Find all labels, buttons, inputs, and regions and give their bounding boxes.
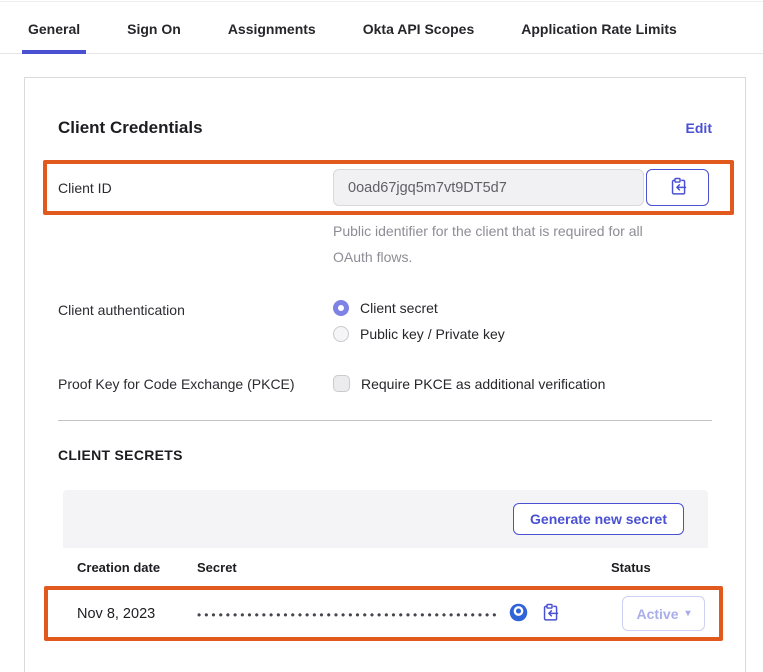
radio-option-label: Public key / Private key xyxy=(360,326,505,342)
checkbox-unchecked-icon[interactable] xyxy=(333,375,350,392)
client-id-label: Client ID xyxy=(58,180,333,196)
section-title: Client Credentials xyxy=(58,118,203,138)
table-row: Nov 8, 2023 ••••••••••••••••••••••••••••… xyxy=(48,590,719,637)
clipboard-copy-icon xyxy=(540,603,559,625)
pkce-row: Proof Key for Code Exchange (PKCE) Requi… xyxy=(58,375,712,392)
tab-general[interactable]: General xyxy=(22,21,86,54)
client-authentication-label: Client authentication xyxy=(58,300,333,318)
pkce-checkbox-label: Require PKCE as additional verification xyxy=(361,376,605,392)
eye-icon xyxy=(509,603,528,625)
radio-option-client-secret[interactable]: Client secret xyxy=(333,300,505,316)
copy-secret-button[interactable] xyxy=(540,603,559,625)
pkce-checkbox-option[interactable]: Require PKCE as additional verification xyxy=(333,375,605,392)
secret-creation-date: Nov 8, 2023 xyxy=(77,606,197,622)
client-credentials-card: Client Credentials Edit Client ID 0oad67… xyxy=(24,77,746,672)
client-authentication-row: Client authentication Client secret Publ… xyxy=(58,300,712,342)
client-secrets-title: CLIENT SECRETS xyxy=(58,447,712,463)
column-header-secret: Secret xyxy=(197,560,611,575)
tab-assignments[interactable]: Assignments xyxy=(222,21,322,54)
masked-secret-value: ••••••••••••••••••••••••••••••••••••••••… xyxy=(197,607,499,621)
generate-new-secret-button[interactable]: Generate new secret xyxy=(513,503,684,535)
client-id-helper-text: Public identifier for the client that is… xyxy=(333,218,678,270)
status-label: Active xyxy=(636,606,678,622)
secret-row-highlight-box: Nov 8, 2023 ••••••••••••••••••••••••••••… xyxy=(44,586,723,641)
caret-down-icon: ▾ xyxy=(686,608,691,619)
section-divider xyxy=(58,420,712,421)
radio-option-public-private-key[interactable]: Public key / Private key xyxy=(333,326,505,342)
client-credentials-header: Client Credentials Edit xyxy=(58,118,712,138)
pkce-label: Proof Key for Code Exchange (PKCE) xyxy=(58,376,333,392)
reveal-secret-button[interactable] xyxy=(509,603,528,625)
edit-link[interactable]: Edit xyxy=(686,120,712,136)
radio-option-label: Client secret xyxy=(360,300,438,316)
client-id-highlight-box: Client ID 0oad67jgq5m7vt9DT5d7 xyxy=(43,160,734,215)
client-id-value: 0oad67jgq5m7vt9DT5d7 xyxy=(333,169,644,206)
copy-client-id-button[interactable] xyxy=(646,169,709,206)
client-id-row: Client ID 0oad67jgq5m7vt9DT5d7 xyxy=(58,169,730,206)
app-tab-bar: General Sign On Assignments Okta API Sco… xyxy=(0,2,763,54)
table-toolbar: Generate new secret xyxy=(63,490,708,548)
column-header-status: Status xyxy=(611,560,708,575)
tab-okta-api-scopes[interactable]: Okta API Scopes xyxy=(357,21,481,54)
radio-selected-icon[interactable] xyxy=(333,300,349,316)
radio-unselected-icon[interactable] xyxy=(333,326,349,342)
table-header-row: Creation date Secret Status xyxy=(63,548,708,586)
secret-status-dropdown[interactable]: Active ▾ xyxy=(622,596,705,631)
tab-sign-on[interactable]: Sign On xyxy=(121,21,187,54)
client-secrets-table: Generate new secret Creation date Secret… xyxy=(63,490,708,641)
column-header-creation-date: Creation date xyxy=(77,560,197,575)
clipboard-copy-icon xyxy=(668,177,687,199)
tab-application-rate-limits[interactable]: Application Rate Limits xyxy=(515,21,683,54)
